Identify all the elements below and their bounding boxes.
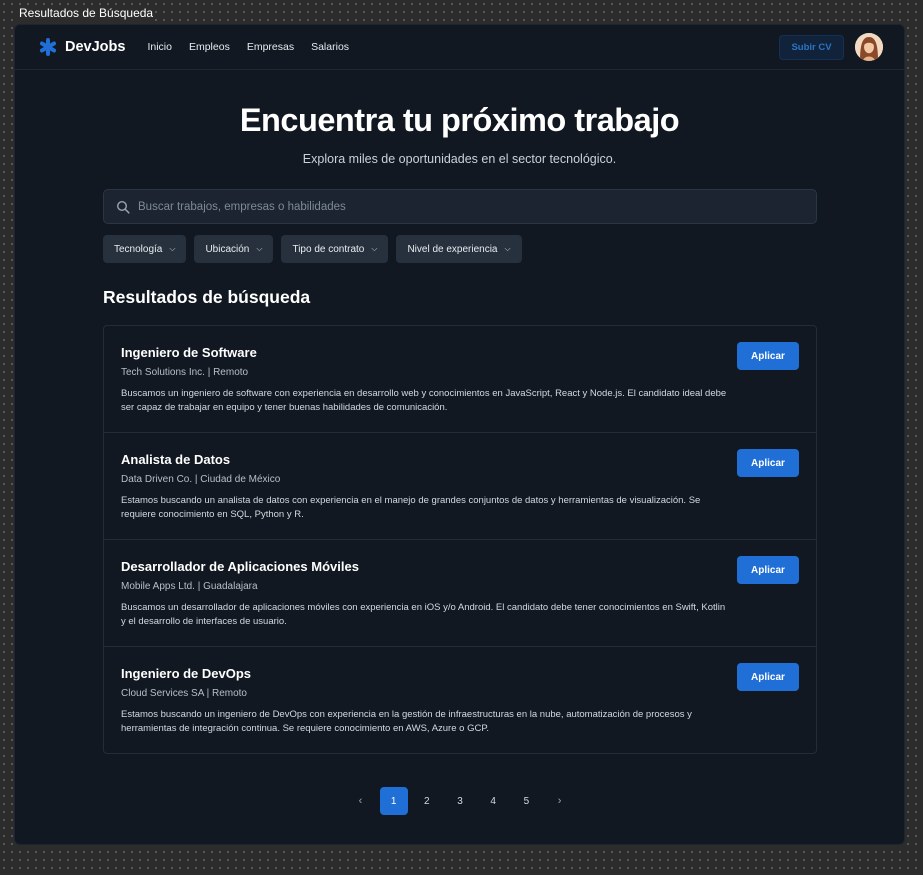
apply-button[interactable]: Aplicar	[737, 342, 799, 370]
hero-subtitle: Explora miles de oportunidades en el sec…	[302, 152, 617, 166]
chevron-down-icon: ⌵	[169, 244, 176, 253]
nav-link-empresas[interactable]: Empresas	[247, 41, 294, 53]
pagination: ‹ 1 2 3 4 5 ›	[16, 787, 904, 815]
asterisk-logo-icon	[39, 38, 57, 56]
page-2-button[interactable]: 2	[413, 787, 441, 815]
nav-link-empleos[interactable]: Empleos	[189, 41, 230, 53]
job-title[interactable]: Ingeniero de Software	[121, 345, 816, 360]
filter-label: Tipo de contrato	[292, 243, 365, 255]
user-avatar[interactable]	[855, 33, 883, 61]
page-3-button[interactable]: 3	[446, 787, 474, 815]
top-navbar: DevJobs Inicio Empleos Empresas Salarios…	[15, 25, 904, 70]
brand-name: DevJobs	[65, 39, 126, 55]
page-4-button[interactable]: 4	[479, 787, 507, 815]
main-nav: Inicio Empleos Empresas Salarios	[147, 41, 366, 53]
nav-link-salarios[interactable]: Salarios	[311, 41, 349, 53]
job-card: Ingeniero de DevOps Cloud Services SA | …	[104, 647, 816, 753]
chevron-down-icon: ⌵	[504, 244, 511, 253]
job-company-location: Tech Solutions Inc. | Remoto	[121, 367, 249, 378]
filter-tipo-contrato[interactable]: Tipo de contrato ⌵	[281, 235, 389, 263]
job-card: Analista de Datos Data Driven Co. | Ciud…	[104, 433, 816, 540]
results-heading: Resultados de búsqueda	[103, 287, 311, 307]
search-icon	[116, 200, 130, 214]
job-description: Estamos buscando un ingeniero de DevOps …	[121, 709, 692, 734]
job-card: Ingeniero de Software Tech Solutions Inc…	[104, 326, 816, 433]
search-bar[interactable]	[103, 189, 817, 224]
job-company-location: Mobile Apps Ltd. | Guadalajara	[121, 581, 258, 592]
job-company-location: Cloud Services SA | Remoto	[121, 688, 247, 699]
filter-ubicacion[interactable]: Ubicación ⌵	[194, 235, 274, 263]
upload-cv-button[interactable]: Subir CV	[779, 34, 844, 60]
job-title[interactable]: Analista de Datos	[121, 452, 816, 467]
chevron-left-icon[interactable]: ‹	[346, 787, 374, 815]
job-title[interactable]: Desarrollador de Aplicaciones Móviles	[121, 559, 816, 574]
filter-label: Nivel de experiencia	[407, 243, 498, 255]
job-card: Desarrollador de Aplicaciones Móviles Mo…	[104, 540, 816, 647]
filter-label: Tecnología	[114, 243, 163, 255]
job-description: Estamos buscando un analista de datos co…	[121, 495, 701, 520]
apply-button[interactable]: Aplicar	[737, 449, 799, 477]
app-window: DevJobs Inicio Empleos Empresas Salarios…	[14, 24, 905, 845]
nav-link-inicio[interactable]: Inicio	[147, 41, 172, 53]
page-5-button[interactable]: 5	[512, 787, 540, 815]
chevron-down-icon: ⌵	[371, 244, 378, 253]
window-title: Resultados de Búsqueda	[17, 5, 156, 21]
filter-tecnologia[interactable]: Tecnología ⌵	[103, 235, 187, 263]
hero-title: Encuentra tu próximo trabajo	[239, 102, 680, 138]
job-company-location: Data Driven Co. | Ciudad de México	[121, 474, 281, 485]
results-list: Ingeniero de Software Tech Solutions Inc…	[103, 325, 817, 754]
filter-label: Ubicación	[205, 243, 250, 255]
job-description: Buscamos un ingeniero de software con ex…	[121, 388, 727, 413]
job-title[interactable]: Ingeniero de DevOps	[121, 666, 816, 681]
chevron-down-icon: ⌵	[256, 244, 263, 253]
page-1-button[interactable]: 1	[379, 787, 408, 815]
search-input[interactable]	[138, 200, 798, 213]
apply-button[interactable]: Aplicar	[737, 556, 799, 584]
brand-logo[interactable]: DevJobs	[38, 37, 125, 57]
chevron-right-icon[interactable]: ›	[546, 787, 574, 815]
filter-bar: Tecnología ⌵ Ubicación ⌵ Tipo de contrat…	[103, 235, 904, 263]
filter-nivel-experiencia[interactable]: Nivel de experiencia ⌵	[396, 235, 522, 263]
job-description: Buscamos un desarrollador de aplicacione…	[121, 602, 726, 627]
user-avatar-image	[855, 33, 883, 61]
apply-button[interactable]: Aplicar	[737, 663, 799, 691]
